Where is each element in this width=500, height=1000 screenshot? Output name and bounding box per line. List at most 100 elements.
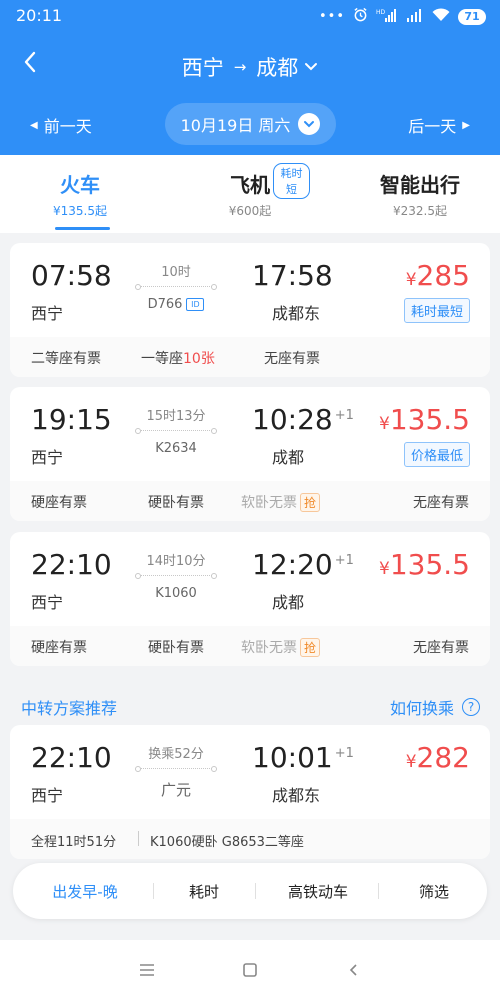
status-icons: ••• HD 71 [319, 7, 486, 26]
filter-button[interactable]: 筛选 [379, 881, 489, 902]
tab-flight[interactable]: 飞机 耗时短 ¥600起 [190, 163, 310, 219]
from-city: 西宁 [181, 56, 224, 80]
train-number: K1060 [155, 586, 197, 601]
triangle-right-icon: ▶ [462, 119, 470, 131]
seat-hard-sleeper: 硬卧有票 [148, 495, 204, 511]
filter-departure-order[interactable]: 出发早-晚 [30, 881, 140, 902]
wifi-icon [432, 7, 450, 26]
departure-time: 22:10 [31, 548, 112, 581]
next-day-marker: +1 [334, 408, 354, 423]
seat-hard-sleeper: 硬卧有票 [148, 640, 204, 656]
price: ¥135.5 [379, 403, 470, 436]
seat-first-class: 一等座10张 [141, 351, 215, 367]
departure-station: 西宁 [31, 304, 64, 323]
arrival-station: 成都东 [272, 304, 321, 323]
tab-price: ¥600起 [228, 204, 272, 218]
arrival-time: 17:58 [252, 259, 333, 292]
back-icon[interactable] [338, 960, 368, 980]
route-line [135, 766, 217, 772]
departure-station: 西宁 [31, 448, 64, 467]
grab-ticket-button[interactable]: 抢 [300, 638, 321, 657]
train-number-row: D766 ID [138, 297, 214, 312]
route-line [135, 428, 217, 434]
divider [255, 883, 256, 899]
departure-time: 07:58 [31, 259, 112, 292]
arrival-time: 10:28 +1 [252, 403, 354, 436]
duration: 10时 [161, 265, 191, 280]
seat-soft-sleeper: 软卧无票抢 [241, 637, 321, 657]
trip-middle: 15时13分 K2634 [135, 405, 217, 456]
chevron-down-icon [298, 113, 321, 135]
next-day-button[interactable]: 后一天 ▶ [408, 113, 470, 137]
seat-hard-seat: 硬座有票 [31, 495, 87, 511]
seat-availability: 硬座有票 硬卧有票 软卧无票抢 无座有票 [10, 481, 490, 521]
menu-icon[interactable] [132, 960, 162, 980]
filter-bar: 出发早-晚 耗时 高铁动车 筛选 [13, 863, 487, 919]
date-bar: ◀ 前一天 10月19日 周六 后一天 ▶ [0, 103, 500, 145]
seat-soft-sleeper: 软卧无票抢 [241, 492, 321, 512]
arrival-station: 成都东 [272, 786, 321, 805]
status-bar: 20:11 ••• HD 71 [0, 0, 500, 32]
departure-time: 22:10 [31, 741, 112, 774]
seat-no-seat: 无座有票 [264, 351, 320, 367]
id-card-icon: ID [186, 298, 205, 311]
route-line [135, 573, 217, 579]
departure-station: 西宁 [31, 786, 64, 805]
train-number: D766 [147, 297, 183, 312]
to-city: 成都 [256, 56, 299, 80]
date-picker[interactable]: 10月19日 周六 [165, 103, 336, 145]
tab-price: ¥232.5起 [393, 204, 447, 218]
arrival-time: 12:20 +1 [252, 548, 354, 581]
trip-middle: 换乘52分 广元 [135, 743, 217, 800]
total-duration: 全程11时51分 [31, 835, 117, 850]
transfer-station: 广元 [160, 781, 191, 799]
triangle-left-icon: ◀ [30, 119, 38, 131]
train-card[interactable]: 22:10 西宁 14时10分 K1060 12:20 +1 成都 ¥135.5 … [10, 532, 490, 666]
header: 20:11 ••• HD 71 西宁 → 成都 ◀ 前一天 10月19日 周六 … [0, 0, 500, 155]
fastest-tag: 耗时最短 [403, 298, 470, 323]
seat-no-seat: 无座有票 [413, 640, 469, 656]
duration: 14时10分 [146, 554, 206, 569]
route-title[interactable]: 西宁 → 成都 [0, 52, 500, 82]
filter-duration[interactable]: 耗时 [149, 881, 259, 902]
price-value: 135.5 [389, 548, 470, 581]
departure-time: 19:15 [31, 403, 112, 436]
train-number-row: K1060 [138, 586, 214, 601]
transport-tabs: 火车 ¥135.5起 飞机 耗时短 ¥600起 智能出行 ¥232.5起 [0, 155, 500, 233]
signal-icon [406, 8, 424, 26]
next-day-marker: +1 [334, 746, 354, 761]
filter-high-speed[interactable]: 高铁动车 [263, 881, 373, 902]
yen-symbol: ¥ [405, 270, 417, 290]
seat-availability: 二等座有票 一等座10张 无座有票 [10, 337, 490, 377]
seat-hard-seat: 硬座有票 [31, 640, 87, 656]
transfer-section-title: 中转方案推荐 [21, 699, 118, 718]
train-card[interactable]: 07:58 西宁 10时 D766 ID 17:58 成都东 ¥285 耗时最短… [10, 243, 490, 377]
seat-count: 10张 [183, 351, 215, 367]
svg-text:HD: HD [376, 9, 386, 16]
hd-signal-icon: HD [376, 8, 398, 26]
tab-train[interactable]: 火车 ¥135.5起 [40, 169, 120, 219]
home-icon[interactable] [235, 960, 265, 980]
active-tab-indicator [55, 227, 110, 230]
transfer-card[interactable]: 22:10 西宁 换乘52分 广元 10:01 +1 成都东 ¥282 全程11时… [10, 725, 490, 859]
battery-icon: 71 [458, 8, 486, 25]
status-time: 20:11 [16, 6, 63, 25]
chevron-down-icon [305, 63, 318, 71]
price-value: 285 [416, 259, 470, 292]
arrival-station: 成都 [272, 593, 305, 612]
route-line [135, 284, 217, 290]
yen-symbol: ¥ [379, 414, 390, 434]
how-to-transfer-link[interactable]: 如何换乘 ? [390, 695, 480, 719]
lowest-price-tag: 价格最低 [403, 442, 470, 467]
prev-day-button[interactable]: ◀ 前一天 [30, 113, 92, 137]
grab-ticket-button[interactable]: 抢 [300, 493, 321, 512]
departure-station: 西宁 [31, 593, 64, 612]
seat-no-seat: 无座有票 [413, 495, 469, 511]
train-card[interactable]: 19:15 西宁 15时13分 K2634 10:28 +1 成都 ¥135.5 … [10, 387, 490, 521]
prev-day-label: 前一天 [43, 117, 92, 136]
tab-smart-travel[interactable]: 智能出行 ¥232.5起 [370, 169, 470, 219]
yen-symbol: ¥ [405, 752, 417, 772]
tab-label: 智能出行 [380, 173, 460, 197]
notification-dots-icon: ••• [318, 9, 345, 24]
transfer-section-header: 中转方案推荐 如何换乘 ? [0, 690, 500, 720]
